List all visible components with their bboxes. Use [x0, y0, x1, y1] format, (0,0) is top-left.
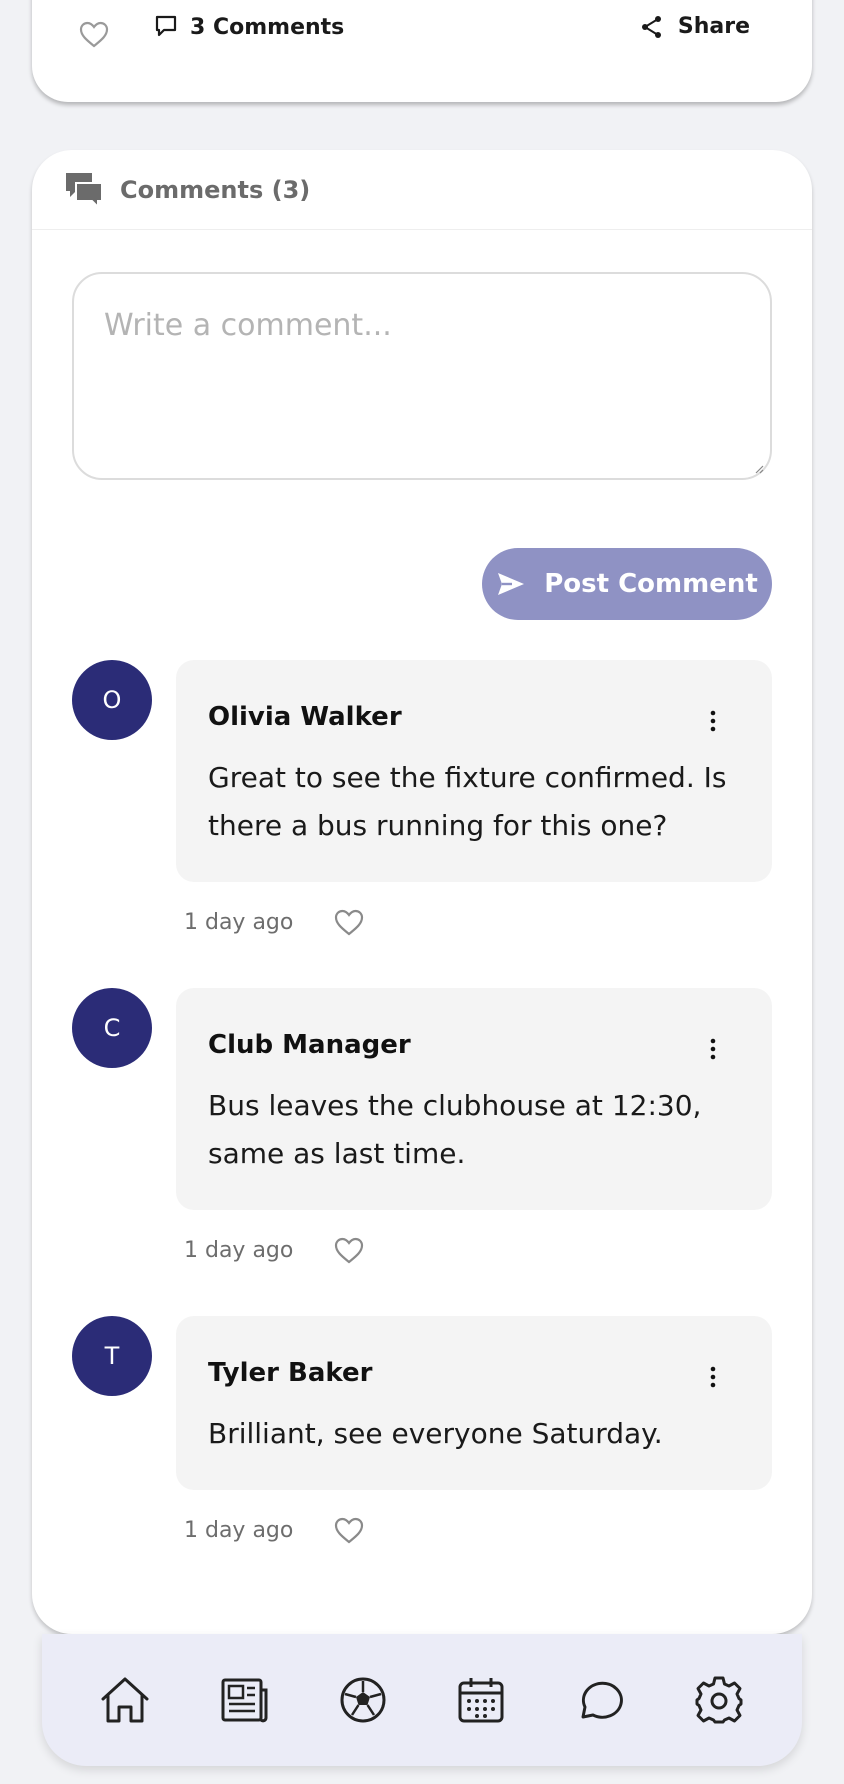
post-comment-button[interactable]: Post Comment [482, 548, 772, 620]
news-icon [221, 1678, 268, 1723]
comment-input[interactable]: Write a comment... [72, 272, 772, 480]
comment-bubble: Club Manager Bus leaves the clubhouse at… [176, 988, 772, 1210]
comment-icon [155, 15, 177, 37]
send-icon [498, 573, 525, 595]
comment-author: Club Manager [208, 1030, 411, 1060]
heart-icon[interactable] [333, 908, 365, 936]
home-icon [101, 1677, 149, 1723]
share-icon [641, 15, 661, 38]
nav-calendar[interactable] [453, 1672, 509, 1728]
nav-news[interactable] [216, 1672, 272, 1728]
heart-icon[interactable] [333, 1236, 365, 1264]
post-actions-bar: 3 Comments Share [32, 0, 812, 68]
comment-timestamp: 1 day ago [184, 909, 294, 935]
comment-input-placeholder: Write a comment... [104, 308, 392, 343]
comment-meta: 1 day ago [184, 1236, 365, 1264]
comments-header: Comments (3) [32, 150, 812, 230]
avatar[interactable]: O [72, 660, 152, 740]
avatar[interactable]: T [72, 1316, 152, 1396]
heart-icon[interactable] [333, 1516, 365, 1544]
post-card: 3 Comments Share [32, 0, 812, 102]
heart-icon[interactable] [78, 20, 110, 48]
more-options-icon[interactable] [710, 1366, 716, 1388]
share-label: Share [677, 14, 750, 39]
comment-meta: 1 day ago [184, 908, 365, 936]
nav-home[interactable] [97, 1672, 153, 1728]
nav-settings[interactable] [691, 1672, 747, 1728]
comments-count-label: 3 Comments [190, 14, 345, 40]
share-button[interactable]: Share [640, 14, 750, 39]
football-icon [340, 1677, 386, 1723]
more-options-icon[interactable] [710, 1038, 716, 1060]
chat-icon [581, 1681, 623, 1719]
avatar[interactable]: C [72, 988, 152, 1068]
comments-title: Comments (3) [120, 175, 311, 204]
comment-timestamp: 1 day ago [184, 1237, 294, 1263]
nav-matches[interactable] [335, 1672, 391, 1728]
comments-icon [66, 172, 103, 209]
comments-card: Comments (3) Write a comment... Post Com… [32, 150, 812, 1634]
comments-count-button[interactable]: 3 Comments [154, 14, 344, 40]
comment-text: Great to see the fixture confirmed. Is t… [208, 761, 727, 842]
calendar-icon [458, 1678, 504, 1723]
comment-text: Brilliant, see everyone Saturday. [208, 1417, 663, 1450]
comment-text: Bus leaves the clubhouse at 12:30, same … [208, 1089, 702, 1170]
comment-author: Tyler Baker [208, 1358, 373, 1388]
bottom-navigation [42, 1634, 802, 1766]
comment-timestamp: 1 day ago [184, 1517, 294, 1543]
resize-handle-icon[interactable] [754, 464, 764, 474]
comment-bubble: Tyler Baker Brilliant, see everyone Satu… [176, 1316, 772, 1490]
more-options-icon[interactable] [710, 710, 716, 732]
post-comment-label: Post Comment [544, 569, 758, 599]
comment-bubble: Olivia Walker Great to see the fixture c… [176, 660, 772, 882]
settings-icon [695, 1676, 743, 1724]
comment-author: Olivia Walker [208, 702, 402, 732]
nav-chat[interactable] [572, 1672, 628, 1728]
comment-meta: 1 day ago [184, 1516, 365, 1544]
